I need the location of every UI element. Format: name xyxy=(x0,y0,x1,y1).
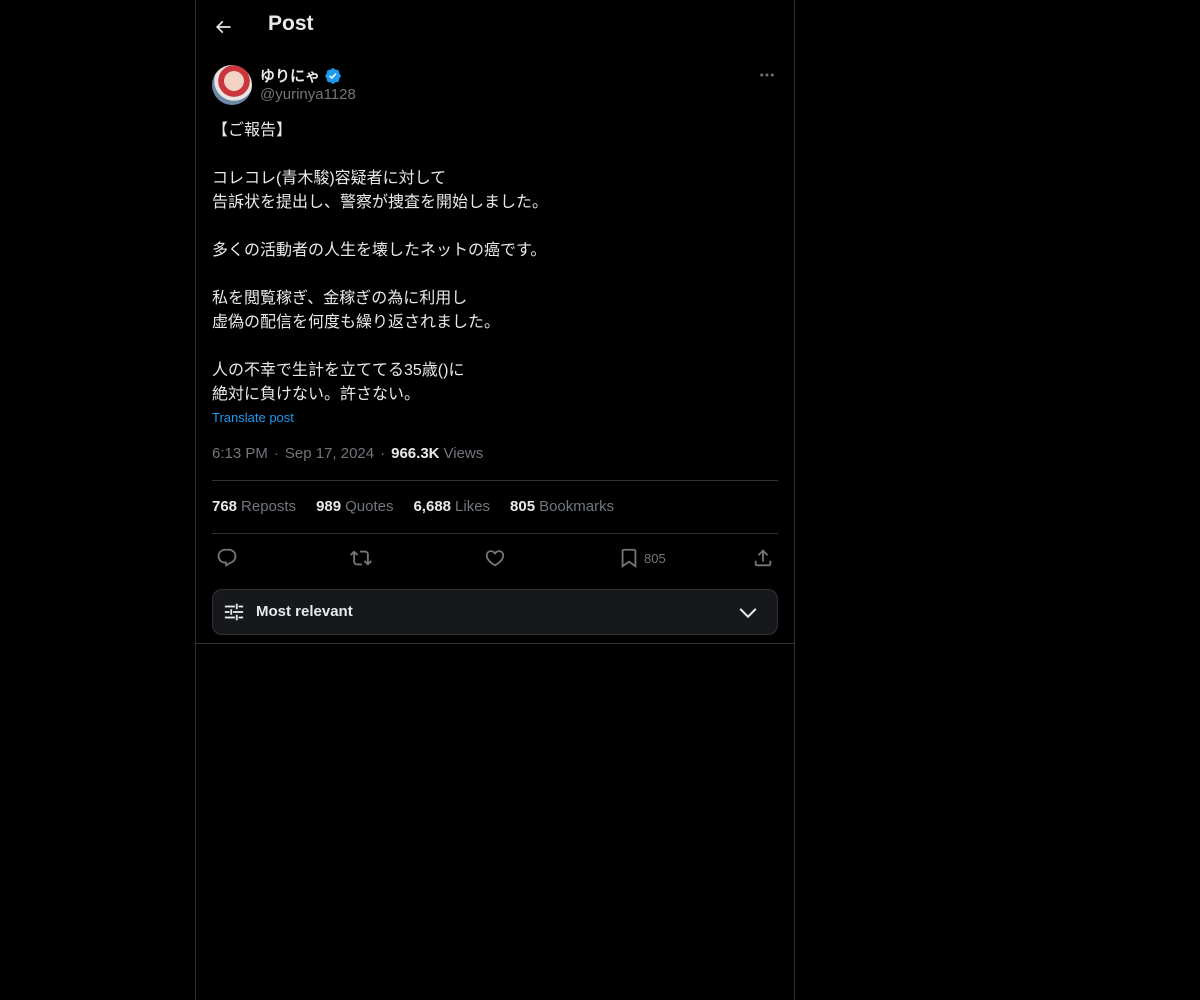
divider xyxy=(212,533,778,534)
bookmark-icon xyxy=(621,548,637,569)
action-bar: 805 xyxy=(212,544,778,572)
divider xyxy=(196,643,794,644)
arrow-left-icon xyxy=(215,20,231,34)
divider xyxy=(212,480,778,481)
more-options-button[interactable] xyxy=(756,64,778,86)
sliders-icon xyxy=(224,603,244,621)
bookmarks-stat[interactable]: 805 Bookmarks xyxy=(510,498,614,515)
sort-label: Most relevant xyxy=(256,603,353,620)
heart-icon xyxy=(485,550,505,567)
page-title: Post xyxy=(268,12,314,35)
verified-badge-icon xyxy=(324,67,342,85)
page-header: Post xyxy=(196,0,794,53)
chevron-down-icon xyxy=(739,608,757,619)
views-count: 966.3K xyxy=(391,445,440,462)
main-column: Post ゆりにゃ @yurinya1128 【ご報告】 コレコレ(青木駿)容疑… xyxy=(195,0,795,1000)
avatar[interactable] xyxy=(212,65,252,105)
likes-stat[interactable]: 6,688 Likes xyxy=(413,498,490,515)
separator-dot: · xyxy=(273,445,279,462)
translate-post-link[interactable]: Translate post xyxy=(212,410,294,425)
like-button[interactable] xyxy=(484,546,506,570)
reply-button[interactable] xyxy=(216,546,238,570)
back-button[interactable] xyxy=(208,10,238,44)
author-name-row: ゆりにゃ xyxy=(260,65,342,86)
bookmark-button[interactable]: 805 xyxy=(618,546,666,570)
reply-icon xyxy=(217,548,237,567)
repost-icon xyxy=(350,550,372,566)
reposts-stat[interactable]: 768 Reposts xyxy=(212,498,296,515)
bookmark-count: 805 xyxy=(644,550,666,566)
more-dots-icon xyxy=(760,73,774,77)
likes-label: Likes xyxy=(455,498,491,515)
quotes-label: Quotes xyxy=(345,498,394,515)
bookmarks-count: 805 xyxy=(510,498,536,515)
separator-dot: · xyxy=(380,445,386,462)
engagement-stats: 768 Reposts 989 Quotes 6,688 Likes 805 Bookm… xyxy=(212,498,614,515)
post-time[interactable]: 6:13 PM xyxy=(212,445,268,462)
reposts-count: 768 xyxy=(212,498,238,515)
repost-button[interactable] xyxy=(350,546,372,570)
post-metadata: 6:13 PM · Sep 17, 2024 · 966.3K Views xyxy=(212,445,483,462)
post-text: 【ご報告】 コレコレ(青木駿)容疑者に対して 告訴状を提出し、警察が捜査を開始し… xyxy=(212,122,549,403)
share-icon xyxy=(754,549,772,567)
post-date[interactable]: Sep 17, 2024 xyxy=(285,445,374,462)
author-display-name[interactable]: ゆりにゃ xyxy=(260,65,320,86)
views-label: Views xyxy=(443,445,484,462)
reposts-label: Reposts xyxy=(241,498,297,515)
likes-count: 6,688 xyxy=(413,498,452,515)
quotes-stat[interactable]: 989 Quotes xyxy=(316,498,393,515)
quotes-count: 989 xyxy=(316,498,342,515)
reply-sort-dropdown[interactable]: Most relevant xyxy=(212,589,778,635)
author-handle[interactable]: @yurinya1128 xyxy=(260,86,356,103)
bookmarks-label: Bookmarks xyxy=(539,498,615,515)
share-button[interactable] xyxy=(752,546,774,570)
